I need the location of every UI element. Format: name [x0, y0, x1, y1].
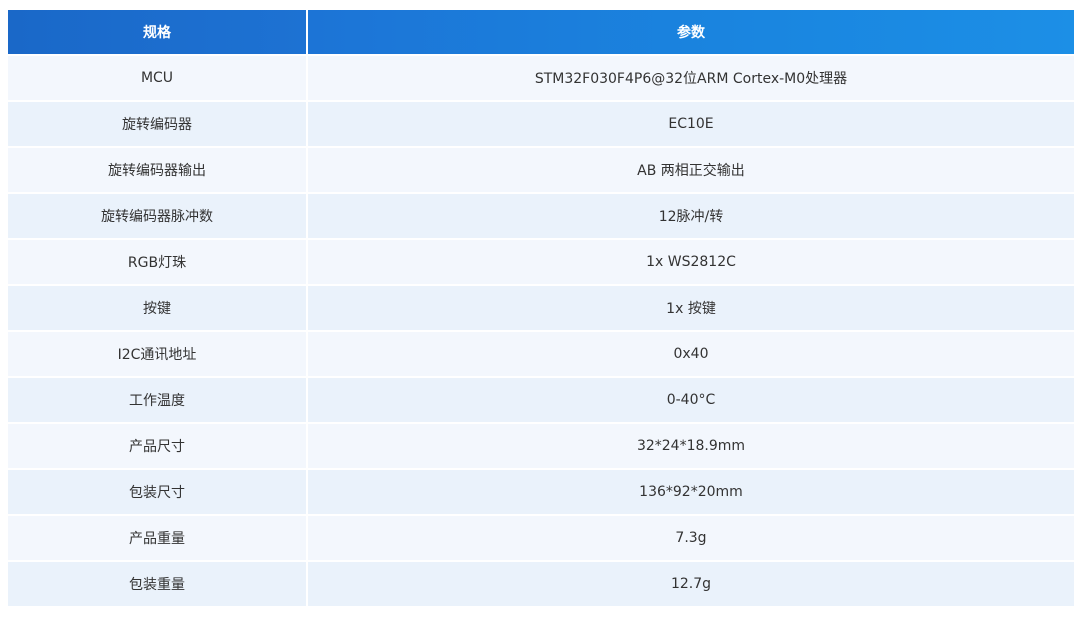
table-row: 包装重量 12.7g	[8, 562, 1074, 606]
header-spec: 规格	[8, 10, 308, 54]
table-row: 产品重量 7.3g	[8, 516, 1074, 560]
spec-value: 136*92*20mm	[308, 470, 1074, 514]
table-row: 包装尺寸 136*92*20mm	[8, 470, 1074, 514]
table-row: RGB灯珠 1x WS2812C	[8, 240, 1074, 284]
spec-value: 0-40°C	[308, 378, 1074, 422]
spec-name: 旋转编码器	[8, 102, 308, 146]
spec-name: 工作温度	[8, 378, 308, 422]
spec-value: 12脉冲/转	[308, 194, 1074, 238]
header-param: 参数	[308, 10, 1074, 54]
spec-value: 12.7g	[308, 562, 1074, 606]
spec-name: 按键	[8, 286, 308, 330]
table-row: 工作温度 0-40°C	[8, 378, 1074, 422]
table-body: MCU STM32F030F4P6@32位ARM Cortex-M0处理器 旋转…	[8, 56, 1074, 606]
table-row: I2C通讯地址 0x40	[8, 332, 1074, 376]
spec-table: 规格 参数 MCU STM32F030F4P6@32位ARM Cortex-M0…	[8, 8, 1074, 608]
spec-value: 1x WS2812C	[308, 240, 1074, 284]
spec-value: EC10E	[308, 102, 1074, 146]
spec-value: AB 两相正交输出	[308, 148, 1074, 192]
spec-name: 旋转编码器脉冲数	[8, 194, 308, 238]
header-row: 规格 参数	[8, 10, 1074, 54]
table-row: 旋转编码器脉冲数 12脉冲/转	[8, 194, 1074, 238]
spec-value: 7.3g	[308, 516, 1074, 560]
spec-name: I2C通讯地址	[8, 332, 308, 376]
spec-name: 包装重量	[8, 562, 308, 606]
table-row: 旋转编码器 EC10E	[8, 102, 1074, 146]
table-header: 规格 参数	[8, 10, 1074, 54]
spec-name: MCU	[8, 56, 308, 100]
spec-name: 包装尺寸	[8, 470, 308, 514]
spec-name: 产品重量	[8, 516, 308, 560]
table-row: 旋转编码器输出 AB 两相正交输出	[8, 148, 1074, 192]
spec-value: 32*24*18.9mm	[308, 424, 1074, 468]
table-row: 按键 1x 按键	[8, 286, 1074, 330]
spec-name: 旋转编码器输出	[8, 148, 308, 192]
spec-value: 0x40	[308, 332, 1074, 376]
spec-name: RGB灯珠	[8, 240, 308, 284]
table-row: 产品尺寸 32*24*18.9mm	[8, 424, 1074, 468]
spec-value: 1x 按键	[308, 286, 1074, 330]
table-row: MCU STM32F030F4P6@32位ARM Cortex-M0处理器	[8, 56, 1074, 100]
spec-name: 产品尺寸	[8, 424, 308, 468]
spec-value: STM32F030F4P6@32位ARM Cortex-M0处理器	[308, 56, 1074, 100]
